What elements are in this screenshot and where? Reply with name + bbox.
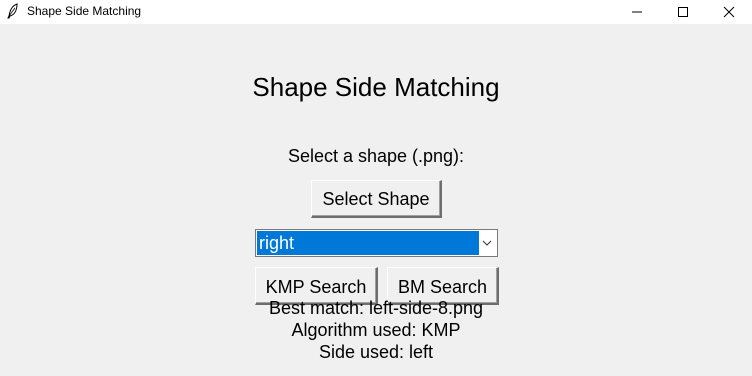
page-title: Shape Side Matching	[252, 72, 500, 102]
maximize-button[interactable]	[660, 0, 706, 24]
maximize-icon	[678, 7, 688, 17]
chevron-down-icon	[482, 240, 492, 246]
side-dropdown[interactable]: right	[255, 229, 498, 257]
side-used-text: Side used: left	[318, 342, 434, 362]
dropdown-arrow-button[interactable]	[478, 231, 496, 255]
minimize-button[interactable]	[614, 0, 660, 24]
best-match-text: Best match: left-side-8.png	[268, 298, 484, 318]
minimize-icon	[632, 11, 642, 13]
select-shape-button[interactable]: Select Shape	[311, 180, 442, 218]
select-shape-label: Select a shape (.png):	[287, 146, 465, 166]
window-title: Shape Side Matching	[27, 4, 142, 18]
close-icon	[723, 6, 735, 18]
feather-icon	[6, 3, 20, 19]
algorithm-used-text: Algorithm used: KMP	[291, 320, 461, 340]
side-dropdown-value: right	[257, 231, 479, 255]
title-bar: Shape Side Matching	[0, 0, 752, 24]
close-button[interactable]	[706, 0, 752, 24]
app-window: Shape Side Matching Shape Side Matching …	[0, 0, 752, 376]
